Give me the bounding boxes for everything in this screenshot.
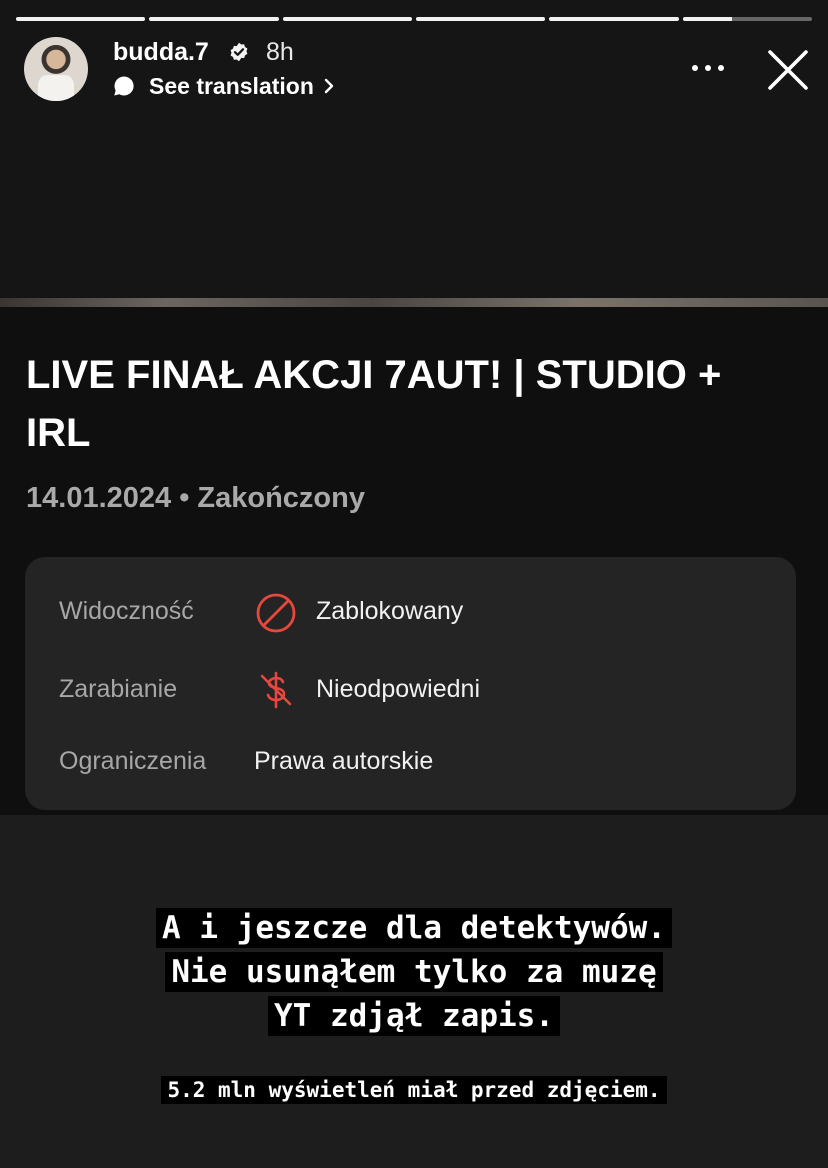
story-caption: A i jeszcze dla detektywów. Nie usunąłem… (0, 906, 828, 1038)
progress-segment (149, 17, 279, 21)
restrictions-value: Prawa autorskie (254, 747, 434, 775)
story-progress-bar (16, 17, 812, 21)
caption-line: YT zdjął zapis. (268, 996, 560, 1036)
caption-line: A i jeszcze dla detektywów. (156, 908, 672, 948)
video-meta: 14.01.2024 • Zakończony (26, 482, 365, 514)
video-title: LIVE FINAŁ AKCJI 7AUT! | STUDIO + IRL (26, 353, 722, 455)
progress-segment-fill (16, 17, 146, 21)
video-details-card: Widoczność Zablokowany Zarabianie Nieodp… (25, 557, 796, 810)
progress-segment-fill (549, 17, 679, 21)
progress-segment (16, 17, 146, 21)
close-icon[interactable] (766, 48, 810, 92)
progress-segment (415, 17, 546, 21)
verified-badge-icon (230, 42, 248, 62)
monetization-value: Nieodpowiedni (316, 675, 481, 703)
visibility-value: Zablokowany (316, 597, 464, 625)
blocked-icon (256, 593, 296, 633)
username[interactable]: budda.7 (113, 38, 209, 67)
avatar[interactable] (24, 37, 88, 101)
progress-segment-fill (682, 17, 732, 21)
caption-line: Nie usunąłem tylko za muzę (165, 952, 663, 992)
footnote-text: 5.2 mln wyświetleń miał przed zdjęciem. (161, 1076, 667, 1104)
restrictions-label: Ograniczenia (59, 747, 207, 775)
monetization-label: Zarabianie (59, 675, 178, 703)
progress-segment-fill (282, 17, 412, 21)
photo-edge (0, 298, 828, 307)
progress-segment-fill (415, 17, 546, 21)
speech-bubble-icon (114, 76, 134, 96)
progress-segment (282, 17, 412, 21)
story-footnote: 5.2 mln wyświetleń miał przed zdjęciem. (0, 1073, 828, 1107)
visibility-label: Widoczność (59, 597, 194, 625)
progress-segment (682, 17, 812, 21)
more-horizontal-icon[interactable] (690, 58, 726, 78)
progress-segment (549, 17, 679, 21)
post-time: 8h (266, 38, 294, 66)
see-translation-button[interactable]: See translation (113, 72, 336, 100)
progress-segment-fill (149, 17, 279, 21)
avatar-shirt (38, 75, 74, 101)
see-translation-label: See translation (149, 72, 314, 99)
no-monetization-icon (260, 671, 292, 709)
chevron-right-icon (324, 78, 334, 94)
